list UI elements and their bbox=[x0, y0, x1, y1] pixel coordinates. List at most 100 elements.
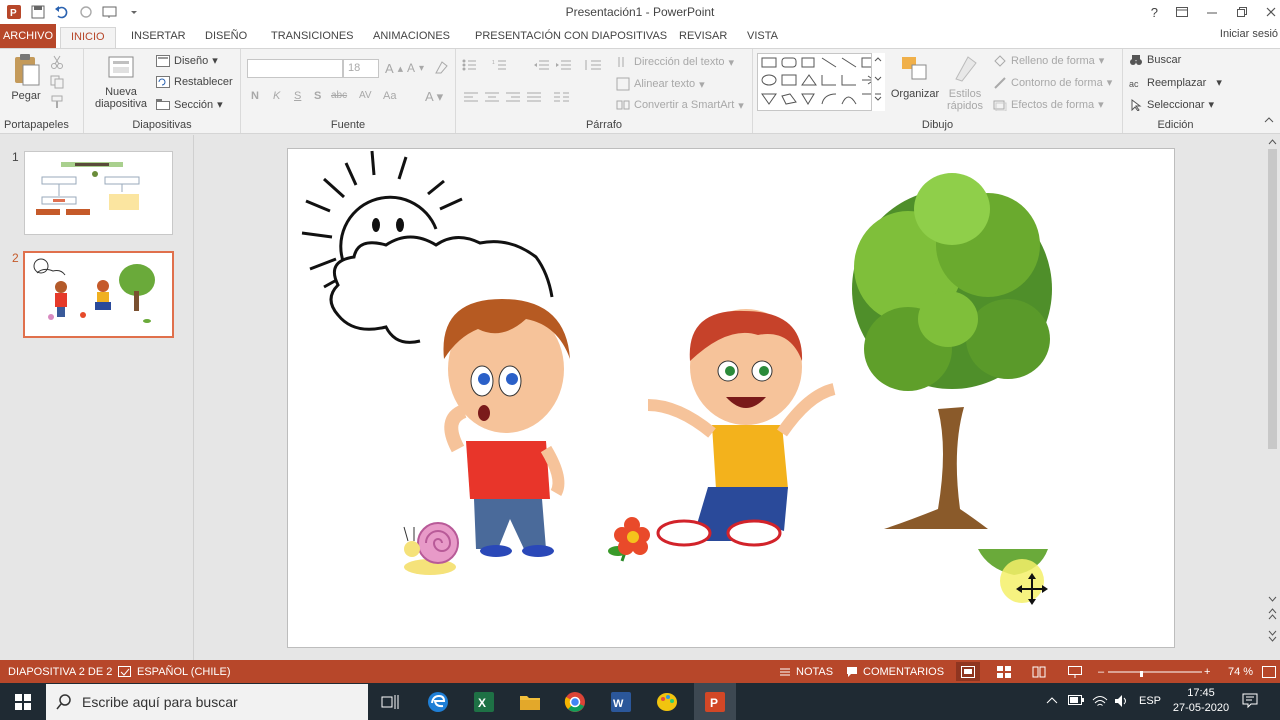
restore-button[interactable] bbox=[1236, 5, 1248, 20]
normal-view-button[interactable] bbox=[956, 662, 980, 681]
slideshow-icon bbox=[1068, 666, 1082, 678]
tab-archivo[interactable]: ARCHIVO bbox=[0, 24, 56, 48]
char-spacing-button[interactable]: AV bbox=[359, 90, 372, 101]
section-button[interactable]: Sección ▾ bbox=[156, 98, 223, 111]
justify-icon[interactable] bbox=[527, 91, 541, 103]
align-right-icon[interactable] bbox=[506, 91, 520, 103]
shapes-gallery[interactable] bbox=[757, 53, 885, 111]
layout-button[interactable]: Diseño ▾ bbox=[156, 54, 218, 67]
italic-button[interactable]: K bbox=[273, 90, 280, 102]
bullets-icon[interactable] bbox=[462, 59, 484, 71]
taskbar-search-box[interactable]: Escribe aquí para buscar bbox=[46, 684, 368, 720]
columns-icon[interactable] bbox=[554, 91, 570, 103]
windows-start-icon[interactable] bbox=[8, 687, 38, 717]
underline-button[interactable]: S bbox=[294, 90, 301, 102]
align-text-button[interactable]: Alinear texto ▾ bbox=[616, 77, 705, 91]
tab-revisar[interactable]: REVISAR bbox=[679, 27, 727, 48]
shapes-gallery-scroll[interactable] bbox=[871, 53, 885, 111]
font-name-input[interactable] bbox=[247, 59, 343, 78]
shrink-font-icon[interactable]: A ▾ bbox=[407, 61, 424, 75]
increase-indent-icon[interactable] bbox=[556, 59, 572, 71]
new-slide-button[interactable]: Nueva diapositiva bbox=[88, 53, 154, 110]
file-explorer-icon[interactable] bbox=[515, 687, 545, 717]
volume-icon[interactable] bbox=[1114, 694, 1130, 711]
find-button[interactable]: Buscar bbox=[1129, 54, 1181, 66]
slide-vertical-scrollbar[interactable] bbox=[1265, 135, 1280, 660]
arrange-button[interactable]: Organizar bbox=[889, 53, 941, 100]
reading-view-button[interactable] bbox=[1032, 666, 1046, 678]
bold-button[interactable]: N bbox=[251, 90, 259, 102]
collapse-ribbon-icon[interactable] bbox=[1264, 116, 1274, 127]
quick-styles-button[interactable]: Estilos rápidos bbox=[943, 53, 987, 112]
slide-thumbnail-1[interactable] bbox=[24, 151, 173, 235]
text-direction-button[interactable]: Dirección del texto ▾ bbox=[616, 55, 734, 69]
comments-button[interactable]: COMENTARIOS bbox=[846, 666, 944, 678]
chrome-icon[interactable] bbox=[560, 687, 590, 717]
language-status[interactable]: ESPAÑOL (CHILE) bbox=[118, 666, 231, 678]
format-painter-icon[interactable] bbox=[50, 95, 64, 109]
sign-in-link[interactable]: Iniciar sesió bbox=[1220, 28, 1278, 40]
shape-fill-button[interactable]: Relleno de forma ▾ bbox=[993, 54, 1104, 67]
align-center-icon[interactable] bbox=[485, 91, 499, 103]
powerpoint-taskbar-icon[interactable]: P bbox=[694, 683, 736, 720]
find-label: Buscar bbox=[1147, 54, 1182, 66]
spellcheck-icon bbox=[118, 666, 131, 677]
window-title: Presentación1 - PowerPoint bbox=[565, 5, 715, 19]
shape-outline-button[interactable]: Contorno de forma ▾ bbox=[993, 76, 1112, 89]
ribbon-display-icon[interactable] bbox=[1176, 5, 1188, 20]
minimize-button[interactable] bbox=[1206, 5, 1218, 20]
slide-sorter-button[interactable] bbox=[997, 666, 1011, 678]
change-case-button[interactable]: Aa bbox=[383, 90, 396, 102]
fit-slide-icon[interactable] bbox=[1262, 666, 1276, 678]
close-button[interactable] bbox=[1266, 5, 1276, 20]
input-language[interactable]: ESP bbox=[1139, 695, 1161, 707]
tab-vista[interactable]: VISTA bbox=[747, 27, 778, 48]
tab-insertar[interactable]: INSERTAR bbox=[131, 27, 186, 48]
notifications-icon[interactable] bbox=[1242, 693, 1258, 712]
group-label-dibujo: Dibujo bbox=[921, 119, 954, 131]
tab-animaciones[interactable]: ANIMACIONES bbox=[373, 27, 450, 48]
task-view-icon[interactable] bbox=[375, 687, 405, 717]
battery-icon[interactable] bbox=[1068, 695, 1084, 708]
clear-format-icon[interactable] bbox=[433, 60, 449, 74]
shape-effects-button[interactable]: Efectos de forma ▾ bbox=[993, 98, 1104, 111]
zoom-slider[interactable] bbox=[1108, 671, 1202, 677]
slide-thumbnail-2[interactable] bbox=[23, 251, 174, 338]
replace-button[interactable]: ac Reemplazar ▾ bbox=[1129, 76, 1222, 90]
tab-transiciones[interactable]: TRANSICIONES bbox=[271, 27, 354, 48]
show-hidden-icons[interactable] bbox=[1046, 695, 1058, 707]
line-spacing-icon[interactable] bbox=[584, 59, 602, 71]
help-button[interactable]: ? bbox=[1151, 5, 1158, 20]
shadow-button[interactable]: S bbox=[314, 90, 321, 102]
copy-icon[interactable] bbox=[50, 75, 64, 89]
numbering-icon[interactable]: 1 bbox=[492, 59, 514, 71]
font-color-icon[interactable]: A ▾ bbox=[425, 89, 443, 105]
tab-diseno[interactable]: DISEÑO bbox=[205, 27, 247, 48]
strikethrough-button[interactable]: abc bbox=[331, 90, 347, 101]
group-label-portapapeles: Portapapeles bbox=[4, 119, 69, 131]
zoom-out-button[interactable]: – bbox=[1098, 666, 1104, 678]
reset-button[interactable]: Restablecer bbox=[156, 76, 233, 88]
word-icon[interactable]: W bbox=[606, 687, 636, 717]
wifi-icon[interactable] bbox=[1092, 694, 1108, 711]
edge-icon[interactable] bbox=[423, 687, 453, 717]
zoom-percent[interactable]: 74 % bbox=[1228, 666, 1253, 678]
paste-button[interactable]: Pegar bbox=[8, 53, 44, 102]
new-slide-icon bbox=[108, 56, 134, 78]
tab-inicio[interactable]: INICIO bbox=[60, 27, 116, 48]
tab-presentacion[interactable]: PRESENTACIÓN CON DIAPOSITIVAS bbox=[475, 27, 667, 48]
zoom-in-button[interactable]: + bbox=[1204, 666, 1210, 678]
smartart-button[interactable]: Convertir a SmartArt ▾ bbox=[616, 98, 744, 112]
notes-button[interactable]: NOTAS bbox=[779, 666, 833, 678]
font-size-input[interactable]: 18 bbox=[343, 59, 379, 78]
clock[interactable]: 17:45 27-05-2020 bbox=[1172, 687, 1230, 714]
grow-font-icon[interactable]: A ▴ bbox=[385, 61, 403, 76]
cut-icon[interactable] bbox=[50, 55, 64, 69]
paint-icon[interactable] bbox=[652, 687, 682, 717]
excel-icon[interactable]: X bbox=[469, 687, 499, 717]
decrease-indent-icon[interactable] bbox=[534, 59, 550, 71]
align-left-icon[interactable] bbox=[464, 91, 478, 103]
select-button[interactable]: Seleccionar ▾ bbox=[1129, 98, 1214, 111]
slide-canvas[interactable] bbox=[287, 148, 1175, 648]
slideshow-button[interactable] bbox=[1068, 666, 1082, 678]
